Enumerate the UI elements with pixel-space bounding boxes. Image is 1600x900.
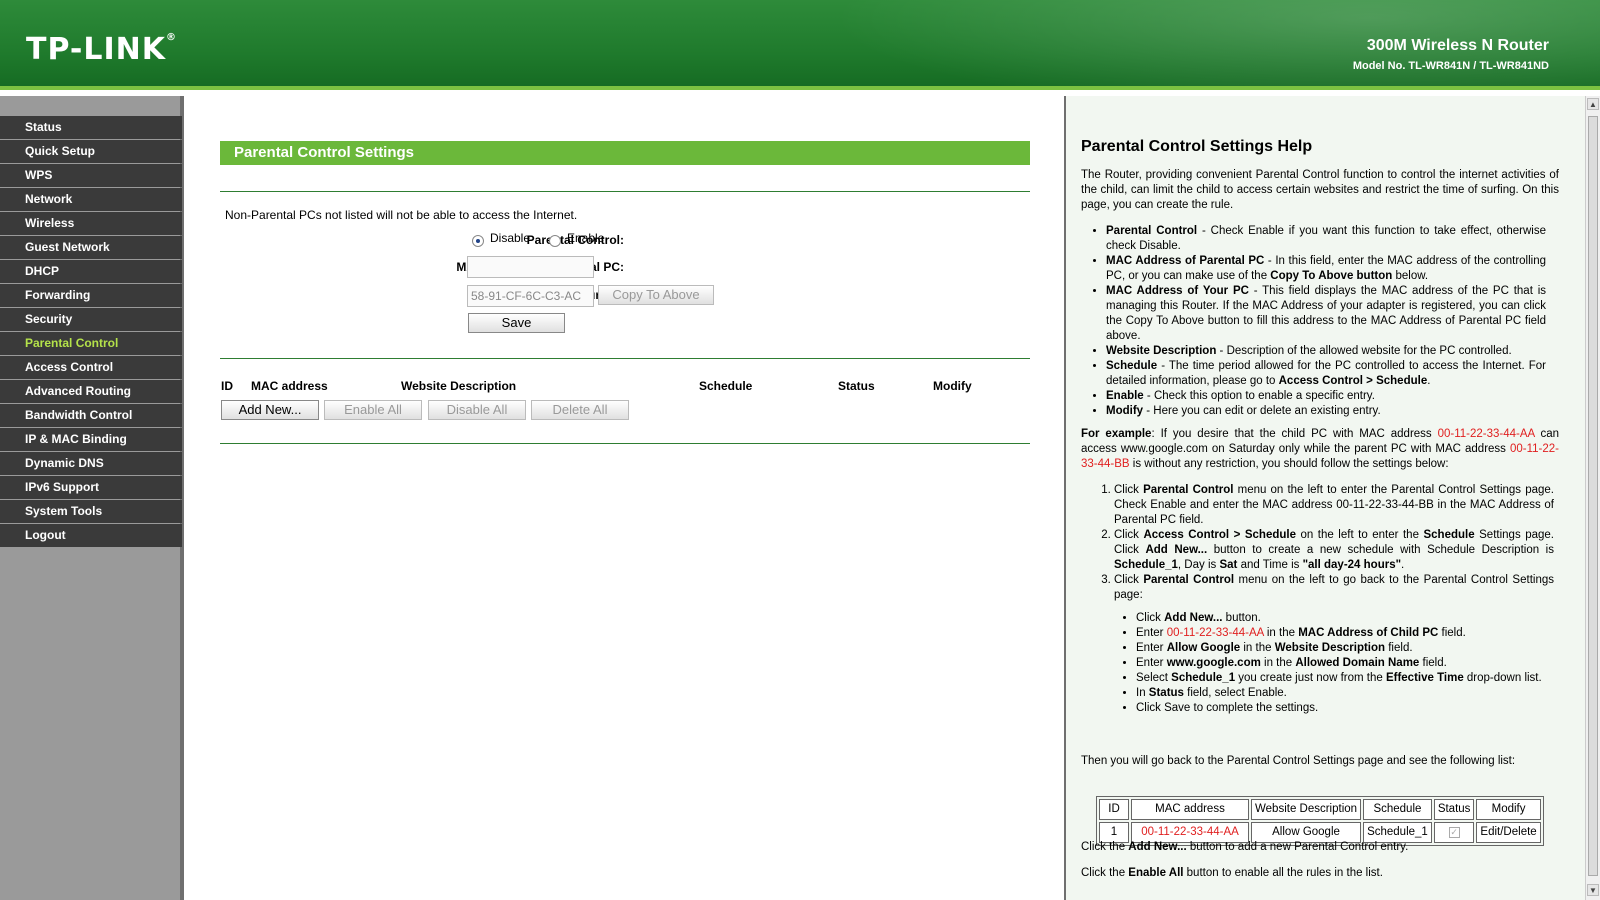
sidebar-item-bandwidth-control[interactable]: Bandwidth Control [0, 404, 182, 427]
page-title: Parental Control Settings [220, 141, 1030, 165]
sidebar-item-status[interactable]: Status [0, 116, 182, 139]
help-substep-status: In Status field, select Enable. [1136, 686, 1548, 701]
help-substep-add-new: Click Add New... button. [1136, 611, 1548, 626]
enable-label: Enable [567, 231, 605, 245]
header-stripe [0, 86, 1600, 90]
help-item-enable: Enable - Check this option to enable a s… [1106, 389, 1546, 404]
help-substep-select-schedule: Select Schedule_1 you create just now fr… [1136, 671, 1548, 686]
mac-parental-input[interactable] [467, 256, 594, 278]
sidebar-item-guest-network[interactable]: Guest Network [0, 236, 182, 259]
table-header: Website Description [1251, 799, 1362, 820]
help-step-2: Click Access Control > Schedule on the l… [1114, 528, 1554, 573]
disable-label: Disable [490, 231, 531, 245]
column-header-mac-address: MAC address [251, 379, 328, 393]
column-header-modify: Modify [933, 379, 972, 393]
scroll-down-icon[interactable]: ▼ [1587, 884, 1599, 896]
sidebar-menu: Status Quick Setup WPS Network Wireless … [0, 116, 182, 548]
sidebar: Status Quick Setup WPS Network Wireless … [0, 96, 184, 900]
enable-radio[interactable] [549, 235, 561, 247]
sidebar-item-security[interactable]: Security [0, 308, 182, 331]
model-number: Model No. TL-WR841N / TL-WR841ND [1352, 60, 1549, 72]
help-item-mac-your-pc: MAC Address of Your PC - This field disp… [1106, 284, 1546, 344]
help-item-parental-control: Parental Control - Check Enable if you w… [1106, 224, 1546, 254]
help-substep-enter-domain: Enter www.google.com in the Allowed Doma… [1136, 656, 1548, 671]
sidebar-item-logout[interactable]: Logout [0, 524, 182, 547]
scrollbar-thumb[interactable] [1588, 116, 1598, 876]
sidebar-item-parental-control[interactable]: Parental Control [0, 332, 182, 355]
sidebar-item-advanced-routing[interactable]: Advanced Routing [0, 380, 182, 403]
help-item-modify: Modify - Here you can edit or delete an … [1106, 404, 1546, 419]
column-header-status: Status [838, 379, 875, 393]
disable-radio[interactable] [472, 235, 484, 247]
mac-your-pc-input[interactable]: 58-91-CF-6C-C3-AC [467, 285, 594, 307]
help-substeps: Click Add New... button. Enter 00-11-22-… [1136, 611, 1548, 716]
sidebar-item-system-tools[interactable]: System Tools [0, 500, 182, 523]
table-header: Status [1433, 799, 1475, 820]
enable-all-button[interactable]: Enable All [324, 400, 422, 420]
divider [220, 191, 1030, 192]
help-substep-enter-description: Enter Allow Google in the Website Descri… [1136, 641, 1548, 656]
column-header-id: ID [221, 379, 233, 393]
table-header: Modify [1476, 799, 1541, 820]
table-header: MAC address [1131, 799, 1249, 820]
help-steps: Click Parental Control menu on the left … [1114, 483, 1554, 603]
table-header-row: ID MAC address Website Description Sched… [1099, 799, 1541, 820]
column-header-schedule: Schedule [699, 379, 753, 393]
help-scrollbar[interactable]: ▲ ▼ [1585, 96, 1600, 900]
table-header: ID [1099, 799, 1129, 820]
table-header: Schedule [1363, 799, 1432, 820]
copy-to-above-button[interactable]: Copy To Above [598, 285, 714, 305]
sidebar-item-ip-mac-binding[interactable]: IP & MAC Binding [0, 428, 182, 451]
product-name: 300M Wireless N Router [1366, 37, 1549, 54]
help-item-mac-parental: MAC Address of Parental PC - In this fie… [1106, 254, 1546, 284]
sidebar-item-dhcp[interactable]: DHCP [0, 260, 182, 283]
sidebar-item-forwarding[interactable]: Forwarding [0, 284, 182, 307]
status-checkbox-icon: ✓ [1448, 827, 1460, 838]
help-title: Parental Control Settings Help [1081, 138, 1313, 155]
help-panel: Parental Control Settings Help The Route… [1066, 96, 1585, 900]
help-item-website-description: Website Description - Description of the… [1106, 344, 1546, 359]
divider [220, 358, 1030, 359]
column-header-website-description: Website Description [401, 379, 517, 393]
sidebar-item-network[interactable]: Network [0, 188, 182, 211]
header-banner: TP-LINK® 300M Wireless N Router Model No… [0, 0, 1600, 90]
sidebar-item-wireless[interactable]: Wireless [0, 212, 182, 235]
sidebar-item-quick-setup[interactable]: Quick Setup [0, 140, 182, 163]
sidebar-item-dynamic-dns[interactable]: Dynamic DNS [0, 452, 182, 475]
help-example-table: ID MAC address Website Description Sched… [1096, 796, 1544, 846]
disable-all-button[interactable]: Disable All [428, 400, 526, 420]
scroll-up-icon[interactable]: ▲ [1587, 98, 1599, 110]
non-parental-note: Non-Parental PCs not listed will not be … [225, 208, 578, 222]
main-content: Parental Control Settings Non-Parental P… [188, 96, 1066, 900]
help-substep-save: Click Save to complete the settings. [1136, 701, 1548, 716]
sidebar-item-wps[interactable]: WPS [0, 164, 182, 187]
help-step-3: Click Parental Control menu on the left … [1114, 573, 1554, 603]
delete-all-button[interactable]: Delete All [531, 400, 629, 420]
help-enable-all-note: Click the Enable All button to enable al… [1081, 867, 1383, 879]
sidebar-item-ipv6-support[interactable]: IPv6 Support [0, 476, 182, 499]
help-intro: The Router, providing convenient Parenta… [1081, 169, 1559, 211]
help-item-schedule: Schedule - The time period allowed for t… [1106, 359, 1546, 389]
help-substep-enter-mac: Enter 00-11-22-33-44-AA in the MAC Addre… [1136, 626, 1548, 641]
help-example: For example: If you desire that the chil… [1081, 428, 1559, 470]
help-then-text: Then you will go back to the Parental Co… [1081, 755, 1516, 767]
divider [220, 443, 1030, 444]
sidebar-item-access-control[interactable]: Access Control [0, 356, 182, 379]
save-button[interactable]: Save [468, 313, 565, 333]
add-new-button[interactable]: Add New... [221, 400, 319, 420]
help-field-list: Parental Control - Check Enable if you w… [1106, 224, 1546, 419]
tp-link-logo: TP-LINK® [26, 32, 178, 67]
help-step-1: Click Parental Control menu on the left … [1114, 483, 1554, 528]
help-add-new-note: Click the Add New... button to add a new… [1081, 841, 1409, 853]
